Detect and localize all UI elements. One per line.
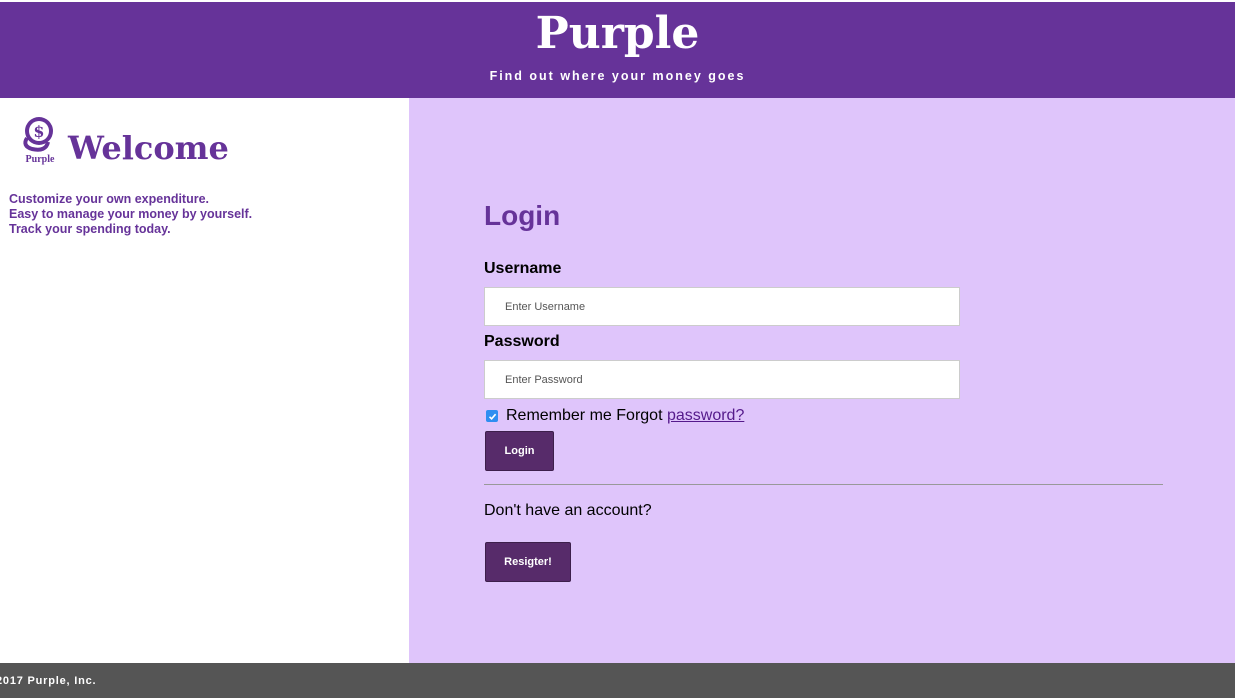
remember-checkbox[interactable] <box>486 410 498 422</box>
brand-title: Purple <box>535 8 700 59</box>
password-label: Password <box>484 333 560 350</box>
site-footer: 2017 Purple, Inc. <box>0 663 1235 698</box>
username-input[interactable] <box>484 287 960 326</box>
welcome-title: Welcome <box>68 129 229 167</box>
brand-tagline: Find out where your money goes <box>489 69 746 83</box>
dollar-swirl-icon: $ <box>23 117 53 152</box>
divider <box>484 484 1163 485</box>
forgot-prefix: Forgot <box>616 407 663 424</box>
intro-line: Easy to manage your money by yourself. <box>9 207 253 221</box>
login-title: Login <box>484 200 561 231</box>
check-icon <box>488 413 496 420</box>
forgot-password-link[interactable]: password? <box>667 407 744 425</box>
intro-line: Track your spending today. <box>9 222 171 236</box>
username-label: Username <box>484 260 562 277</box>
remember-label: Remember me <box>506 407 612 424</box>
intro-text: Customize your own expenditure. Easy to … <box>9 192 252 237</box>
no-account-text: Don't have an account? <box>484 502 652 519</box>
login-panel: Login Username Password Remember me Forg… <box>409 98 1235 663</box>
intro-line: Customize your own expenditure. <box>9 192 210 206</box>
remember-row: Remember me Forgot password? <box>486 406 744 426</box>
logo-text: Purple <box>25 154 55 165</box>
svg-text:$: $ <box>33 122 44 141</box>
register-button[interactable]: Resigter! <box>485 542 571 582</box>
welcome-panel: $ Purple Welcome Customize your own expe… <box>0 98 409 663</box>
login-button[interactable]: Login <box>485 431 554 471</box>
site-header: Purple Find out where your money goes <box>0 2 1235 98</box>
purple-logo-icon: $ Purple <box>18 114 62 168</box>
copyright-text: 2017 Purple, Inc. <box>0 675 97 687</box>
password-input[interactable] <box>484 360 960 399</box>
